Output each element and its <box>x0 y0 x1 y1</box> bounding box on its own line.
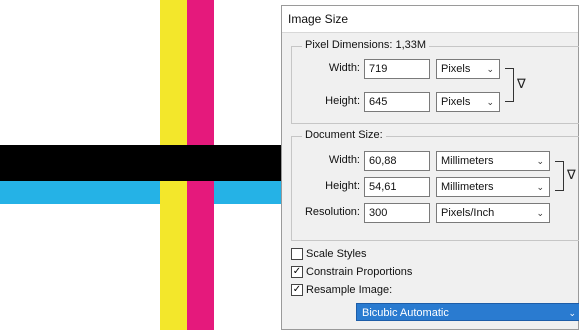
resolution-unit-value: Pixels/Inch <box>441 207 495 219</box>
constrain-proportions-label: Constrain Proportions <box>306 266 413 278</box>
scale-styles-checkbox[interactable] <box>291 248 303 260</box>
doc-width-unit-select[interactable]: Millimeters ⌄ <box>436 151 550 171</box>
image-size-dialog: Image Size Pixel Dimensions: 1,33M Width… <box>281 5 579 330</box>
doc-height-label: Height: <box>325 180 360 192</box>
document-size-group: Document Size: Width: 60,88 Millimeters … <box>291 129 579 241</box>
resample-image-checkbox[interactable]: ✓ <box>291 284 303 296</box>
chevron-down-icon: ⌄ <box>568 308 576 318</box>
yellow-bar-over-cyan <box>160 181 187 204</box>
resample-method-value: Bicubic Automatic <box>362 307 449 319</box>
pixel-height-unit-select[interactable]: Pixels ⌄ <box>436 92 500 112</box>
resample-image-label: Resample Image: <box>306 284 393 296</box>
doc-height-input[interactable]: 54,61 <box>364 177 430 197</box>
doc-height-unit-select[interactable]: Millimeters ⌄ <box>436 177 550 197</box>
pixel-dimensions-legend: Pixel Dimensions: 1,33M <box>302 39 430 51</box>
pixel-width-unit-value: Pixels <box>441 63 471 75</box>
doc-height-unit-value: Millimeters <box>441 181 494 193</box>
pixel-height-input[interactable]: 645 <box>364 92 430 112</box>
pixel-height-label: Height: <box>325 95 360 107</box>
pixel-width-label-wrap: Width: <box>292 59 360 79</box>
resolution-unit-select[interactable]: Pixels/Inch ⌄ <box>436 203 550 223</box>
resample-method-select[interactable]: Bicubic Automatic ⌄ <box>356 303 579 321</box>
chevron-down-icon: ⌄ <box>486 97 494 107</box>
resolution-label: Resolution: <box>304 206 360 218</box>
doc-height-label-wrap: Height: <box>292 177 360 197</box>
resolution-label-wrap: Resolution: <box>292 203 360 223</box>
chevron-down-icon: ⌄ <box>536 208 544 218</box>
doc-width-unit-value: Millimeters <box>441 155 494 167</box>
resolution-input[interactable]: 300 <box>364 203 430 223</box>
pixel-height-unit-value: Pixels <box>441 96 471 108</box>
pixel-height-label-wrap: Height: <box>292 92 360 112</box>
doc-width-label-wrap: Width: <box>292 151 360 171</box>
black-bar <box>0 145 300 181</box>
pixel-width-input[interactable]: 719 <box>364 59 430 79</box>
chevron-down-icon: ⌄ <box>536 156 544 166</box>
chevron-down-icon: ⌄ <box>536 182 544 192</box>
document-link-bracket <box>555 161 564 191</box>
pixel-width-label: Width: <box>328 62 360 74</box>
scale-styles-label: Scale Styles <box>306 248 367 260</box>
cyan-bar <box>0 181 300 204</box>
magenta-bar-over-cyan <box>187 181 214 204</box>
doc-width-label: Width: <box>328 154 360 166</box>
constrain-proportions-checkbox[interactable]: ✓ <box>291 266 303 278</box>
chain-link-icon: ∇ <box>567 167 576 182</box>
chain-link-icon: ∇ <box>517 76 526 91</box>
pixel-dimensions-group: Pixel Dimensions: 1,33M Width: 719 Pixel… <box>291 39 579 124</box>
pixel-width-unit-select[interactable]: Pixels ⌄ <box>436 59 500 79</box>
pixel-link-bracket <box>505 68 514 102</box>
document-size-legend: Document Size: <box>302 129 386 141</box>
dialog-title: Image Size <box>282 6 578 33</box>
doc-width-input[interactable]: 60,88 <box>364 151 430 171</box>
chevron-down-icon: ⌄ <box>486 64 494 74</box>
